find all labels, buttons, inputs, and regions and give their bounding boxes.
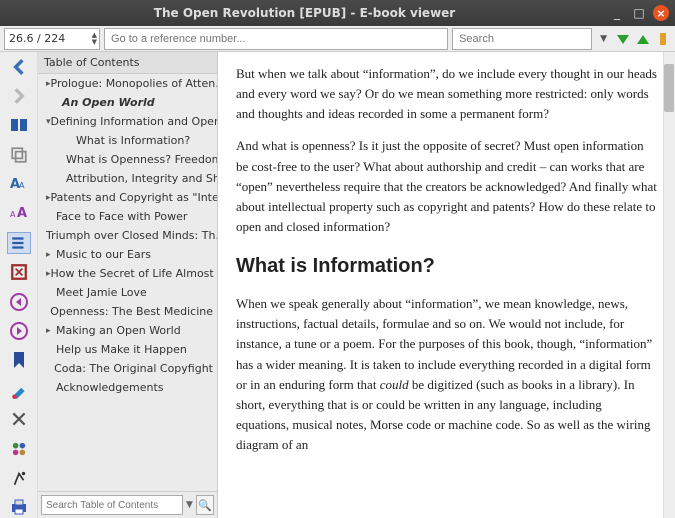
toc-item[interactable]: Attribution, Integrity and Sh… (38, 169, 217, 188)
preferences-button[interactable] (7, 409, 31, 430)
fullscreen-button[interactable] (7, 262, 31, 283)
window-minimize-button[interactable]: _ (609, 5, 625, 21)
reference-input[interactable] (104, 28, 448, 50)
toc-item[interactable]: Openness: The Best Medicine (38, 302, 217, 321)
toc-expand-icon[interactable]: ▸ (46, 326, 56, 336)
next-match-icon[interactable] (615, 31, 631, 47)
toc-panel: Table of Contents ▸Prologue: Monopolies … (38, 52, 218, 518)
content-paragraph: When we speak generally about “informati… (236, 294, 657, 455)
toc-item-label: What is Openness? Freedom… (66, 153, 217, 166)
toc-item-label: How the Secret of Life Almost … (51, 267, 217, 280)
toc-item[interactable]: ▸How the Secret of Life Almost … (38, 264, 217, 283)
toc-item-label: Help us Make it Happen (56, 343, 187, 356)
top-toolbar: 26.6 / 224 ▲▼ ▼ (0, 26, 675, 52)
toc-item[interactable]: Acknowledgements (38, 378, 217, 397)
toc-item-label: Openness: The Best Medicine (50, 305, 213, 318)
svg-text:A: A (19, 181, 25, 190)
toc-item[interactable]: What is Information? (38, 131, 217, 150)
toc-item[interactable]: ▸Music to our Ears (38, 245, 217, 264)
main-area: AA AA Table of Contents ▸Prologue: Monop… (0, 52, 675, 518)
open-book-button[interactable] (7, 115, 31, 136)
toc-item-label: Making an Open World (56, 324, 181, 337)
toc-item[interactable]: Triumph over Closed Minds: Th… (38, 226, 217, 245)
font-larger-button[interactable]: AA (7, 173, 31, 194)
left-icon-bar: AA AA (0, 52, 38, 518)
back-button[interactable] (7, 56, 31, 77)
prev-match-icon[interactable] (635, 31, 651, 47)
metadata-button[interactable] (7, 438, 31, 459)
scroll-thumb[interactable] (664, 64, 674, 112)
bookmark-icon[interactable] (655, 31, 671, 47)
toc-header: Table of Contents (38, 52, 217, 74)
next-page-button[interactable] (7, 320, 31, 341)
toc-item-label: Patents and Copyright as "Intel… (51, 191, 217, 204)
toc-search-input[interactable] (41, 495, 183, 515)
toc-item-label: Defining Information and Open… (51, 115, 217, 128)
toc-item-label: Music to our Ears (56, 248, 151, 261)
toc-item[interactable]: An Open World (38, 93, 217, 112)
window-maximize-button[interactable]: □ (631, 5, 647, 21)
bookmarks-button[interactable] (7, 350, 31, 371)
content-paragraph: And what is openness? Is it just the opp… (236, 136, 657, 237)
toc-item[interactable]: What is Openness? Freedom… (38, 150, 217, 169)
toc-item-label: An Open World (62, 96, 155, 109)
toc-item[interactable]: ▸Prologue: Monopolies of Atten… (38, 74, 217, 93)
toc-item-label: Attribution, Integrity and Sh… (66, 172, 217, 185)
toc-expand-icon[interactable]: ▸ (46, 250, 56, 260)
titlebar: The Open Revolution [EPUB] - E-book view… (0, 0, 675, 26)
content-heading: What is Information? (236, 251, 657, 282)
window-close-button[interactable]: × (653, 5, 669, 21)
toc-item[interactable]: Coda: The Original Copyfight (38, 359, 217, 378)
toc-item-label: Prologue: Monopolies of Atten… (51, 77, 217, 90)
content-paragraph: But when we talk about “information”, do… (236, 64, 657, 124)
reader-content: But when we talk about “information”, do… (218, 52, 675, 518)
toc-item-label: What is Information? (76, 134, 190, 147)
search-dropdown-icon[interactable]: ▼ (596, 34, 611, 44)
svg-text:A: A (17, 206, 27, 221)
toc-item-label: Acknowledgements (56, 381, 164, 394)
toc-panel-button[interactable] (7, 232, 31, 254)
window-title: The Open Revolution [EPUB] - E-book view… (6, 6, 603, 20)
page-position-value: 26.6 / 224 (9, 32, 65, 45)
toc-item[interactable]: ▸Patents and Copyright as "Intel… (38, 188, 217, 207)
search-input[interactable] (452, 28, 592, 50)
toc-list: ▸Prologue: Monopolies of Atten…An Open W… (38, 74, 217, 491)
toc-search-row: ▼ 🔍 (38, 491, 217, 518)
toc-item-label: Face to Face with Power (56, 210, 187, 223)
print-button[interactable] (7, 497, 31, 518)
page-position-spinner[interactable]: 26.6 / 224 ▲▼ (4, 28, 100, 50)
forward-button[interactable] (7, 85, 31, 106)
toc-item-label: Meet Jamie Love (56, 286, 147, 299)
content-scrollbar[interactable] (663, 52, 675, 518)
toc-item[interactable]: ▾Defining Information and Open… (38, 112, 217, 131)
svg-text:A: A (10, 210, 16, 219)
toc-item[interactable]: ▸Making an Open World (38, 321, 217, 340)
copy-button[interactable] (7, 144, 31, 165)
toc-item-label: Coda: The Original Copyfight (54, 362, 213, 375)
highlight-button[interactable] (7, 379, 31, 400)
toc-item[interactable]: Face to Face with Power (38, 207, 217, 226)
font-smaller-button[interactable]: AA (7, 203, 31, 224)
toc-search-button[interactable]: 🔍 (196, 495, 214, 515)
toc-search-drop-icon[interactable]: ▼ (186, 500, 193, 510)
toc-item-label: Triumph over Closed Minds: Th… (46, 229, 217, 242)
prev-page-button[interactable] (7, 291, 31, 312)
spinner-arrows[interactable]: ▲▼ (92, 32, 97, 46)
toc-item[interactable]: Meet Jamie Love (38, 283, 217, 302)
inspect-button[interactable] (7, 467, 31, 488)
toc-item[interactable]: Help us Make it Happen (38, 340, 217, 359)
